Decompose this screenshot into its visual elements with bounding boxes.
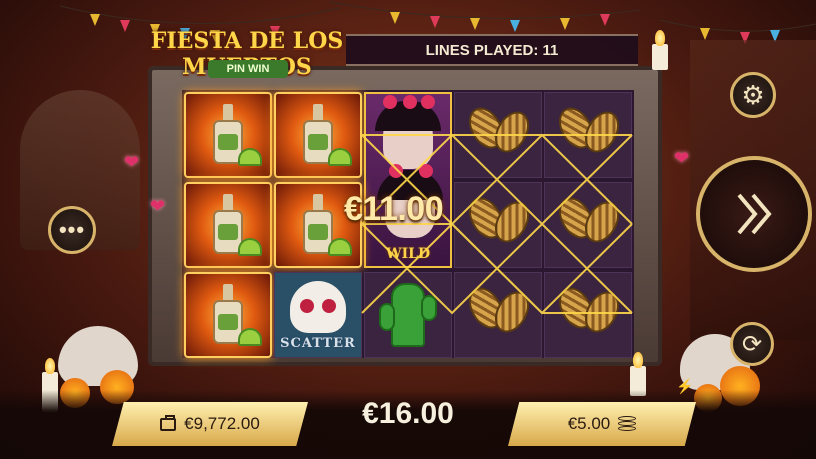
- lightning-icon[interactable]: ⚡: [676, 378, 693, 395]
- autoplay-icon: ⟳: [741, 330, 763, 358]
- maracas-icon: [462, 190, 536, 260]
- symbol-maracas: [544, 182, 632, 268]
- symbol-wild: WILD: [364, 92, 452, 268]
- game-logo: FIESTA DE LOS MUERTOS PIN WIN: [150, 20, 344, 80]
- logo-subtitle: PIN WIN: [208, 60, 288, 78]
- maracas-icon: [462, 100, 536, 170]
- symbol-tequila: [184, 92, 272, 178]
- symbol-maracas: [454, 272, 542, 358]
- lines-played-display: LINES PLAYED: 11: [346, 34, 638, 66]
- line-win-amount: €11.00: [344, 190, 444, 228]
- autoplay-button[interactable]: ⟳: [730, 322, 774, 366]
- maracas-icon: [552, 280, 626, 350]
- flame-icon: [45, 358, 55, 374]
- gear-icon: ⚙: [741, 79, 765, 110]
- symbol-scatter: SCATTER: [274, 272, 362, 358]
- settings-button[interactable]: ⚙: [730, 72, 776, 118]
- heart-icon: ❤: [150, 196, 166, 216]
- total-win-value: €16.00: [362, 397, 454, 430]
- maracas-icon: [552, 190, 626, 260]
- symbol-maracas: [454, 92, 542, 178]
- flame-icon: [633, 352, 643, 368]
- more-icon: •••: [58, 217, 86, 242]
- menu-button[interactable]: •••: [48, 206, 96, 254]
- symbol-maracas: [544, 272, 632, 358]
- symbol-tequila: [274, 92, 362, 178]
- cactus-icon: [379, 283, 437, 347]
- symbol-tequila: [184, 272, 272, 358]
- heart-icon: ❤: [674, 148, 690, 168]
- catrina-face-icon: [375, 95, 441, 169]
- heart-icon: ❤: [124, 152, 140, 172]
- spin-chevrons-icon: [737, 193, 772, 235]
- balance-panel: €9,772.00: [112, 402, 308, 446]
- symbol-tequila: [184, 182, 272, 268]
- bet-value: €5.00: [567, 414, 611, 433]
- wallet-icon: [160, 414, 177, 431]
- coins-icon: [618, 416, 637, 432]
- symbol-maracas: [544, 92, 632, 178]
- maracas-icon: [462, 280, 536, 350]
- maracas-icon: [552, 100, 626, 170]
- spin-button[interactable]: [696, 156, 812, 272]
- candle-icon: [652, 44, 668, 70]
- symbol-maracas: [454, 182, 542, 268]
- wild-label: WILD: [385, 246, 431, 262]
- sugar-skull-icon: [290, 281, 346, 333]
- balance-value: €9,772.00: [184, 414, 260, 433]
- scatter-label: SCATTER: [280, 336, 356, 351]
- flame-icon: [655, 30, 665, 46]
- symbol-cactus: [364, 272, 452, 358]
- bet-panel[interactable]: €5.00: [508, 402, 696, 446]
